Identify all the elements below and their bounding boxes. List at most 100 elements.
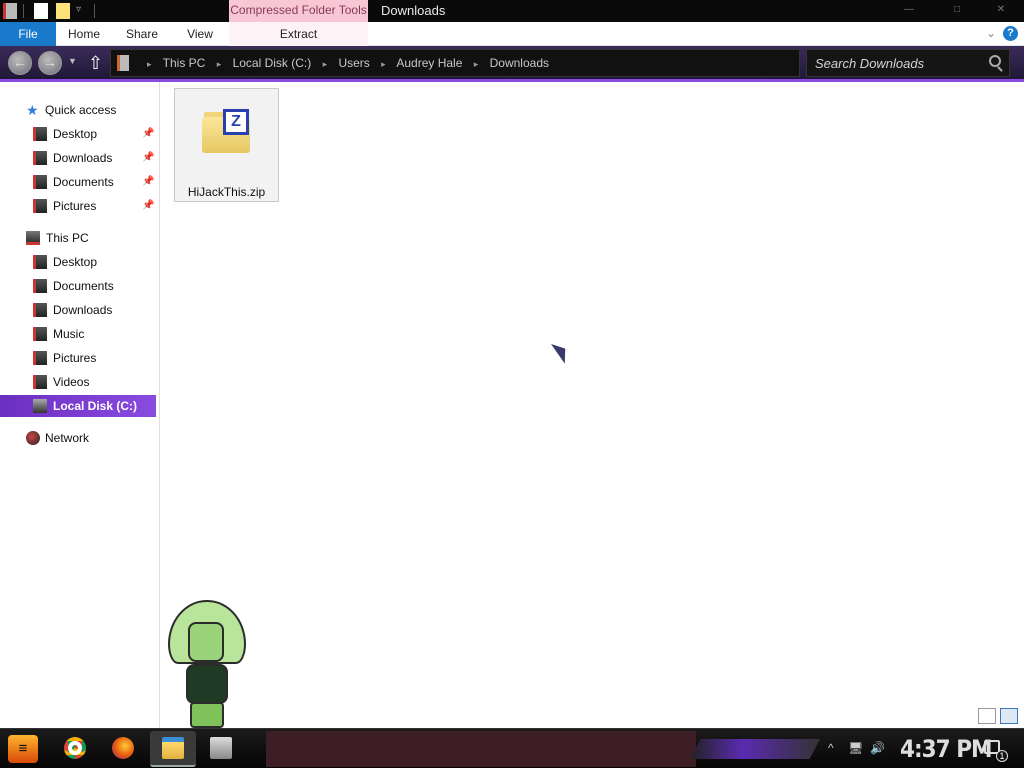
show-hidden-icons-icon[interactable]: ^	[828, 741, 834, 755]
nav-label: Pictures	[53, 351, 97, 365]
context-tab-compressed-folder-tools[interactable]: Compressed Folder Tools	[229, 0, 368, 22]
nav-this-pc[interactable]: This PC	[0, 227, 156, 249]
taskbar: ≡ ^ 🖥 🔊 4:37 PM 1	[0, 728, 1024, 768]
file-explorer-window: ▿ Compressed Folder Tools Downloads — □ …	[0, 0, 1024, 768]
nav-label: Quick access	[45, 103, 117, 117]
properties-icon[interactable]	[34, 3, 48, 19]
tab-file[interactable]: File	[0, 22, 56, 46]
nav-quick-desktop[interactable]: Desktop 📌	[0, 123, 156, 145]
nav-quick-access[interactable]: ★ Quick access	[0, 99, 156, 121]
tab-extract[interactable]: Extract	[229, 22, 368, 46]
up-arrow-icon[interactable]: ⇧	[88, 53, 103, 74]
back-button[interactable]: ←	[8, 51, 32, 75]
minimize-button[interactable]: —	[886, 0, 932, 22]
nav-pc-local-disk[interactable]: Local Disk (C:)	[0, 395, 156, 417]
desktop-folder-icon	[33, 255, 47, 269]
nav-label: Local Disk (C:)	[53, 399, 138, 413]
search-input[interactable]	[807, 50, 987, 76]
taskbar-accent-bar	[690, 739, 820, 759]
forward-button[interactable]: →	[38, 51, 62, 75]
nav-quick-pictures[interactable]: Pictures 📌	[0, 195, 156, 217]
documents-folder-icon	[33, 279, 47, 293]
new-folder-icon[interactable]	[56, 3, 70, 19]
taskbar-chrome[interactable]	[52, 731, 98, 767]
close-button[interactable]: ✕	[978, 0, 1024, 22]
nav-label: Documents	[53, 279, 114, 293]
breadcrumb-separator-icon[interactable]: ▸	[217, 59, 222, 69]
expand-ribbon-icon[interactable]: ⌄	[986, 26, 996, 40]
search-icon[interactable]	[989, 55, 1001, 67]
nav-label: Videos	[53, 375, 90, 389]
details-view-button[interactable]	[978, 708, 996, 724]
help-icon[interactable]: ?	[1003, 26, 1018, 41]
nav-network[interactable]: Network	[0, 427, 156, 449]
nav-pc-music[interactable]: Music	[0, 323, 156, 345]
nav-quick-documents[interactable]: Documents 📌	[0, 171, 156, 193]
nav-pc-documents[interactable]: Documents	[0, 275, 156, 297]
sticker-legs	[190, 702, 224, 728]
nav-pc-desktop[interactable]: Desktop	[0, 251, 156, 273]
breadcrumb-downloads[interactable]: Downloads	[490, 56, 549, 70]
taskbar-decoration	[266, 731, 696, 767]
pictures-folder-icon	[33, 351, 47, 365]
tab-home[interactable]: Home	[60, 22, 108, 46]
folder-location-icon	[117, 55, 129, 71]
pin-icon[interactable]: 📌	[142, 171, 154, 193]
breadcrumb-separator-icon[interactable]: ▸	[147, 59, 152, 69]
nav-pc-downloads[interactable]: Downloads	[0, 299, 156, 321]
chrome-icon	[64, 737, 86, 759]
start-button[interactable]: ≡	[8, 735, 38, 763]
breadcrumb-separator-icon[interactable]: ▸	[323, 59, 328, 69]
ribbon-tabs: File Home Share View Extract ⌄ ?	[0, 22, 1024, 46]
nav-pc-pictures[interactable]: Pictures	[0, 347, 156, 369]
breadcrumb-audrey-hale[interactable]: Audrey Hale	[396, 56, 462, 70]
nav-label: Music	[53, 327, 85, 341]
window-title: Downloads	[381, 3, 446, 18]
explorer-app-icon[interactable]	[3, 3, 17, 19]
taskbar-file-explorer[interactable]	[150, 731, 196, 767]
pin-icon[interactable]: 📌	[142, 195, 154, 217]
title-bar: ▿ Compressed Folder Tools Downloads — □ …	[0, 0, 1024, 22]
breadcrumb-separator-icon[interactable]: ▸	[474, 59, 479, 69]
customize-qat-icon[interactable]: ▿	[76, 4, 81, 15]
file-list-pane[interactable]: Z HiJackThis.zip	[161, 82, 1024, 728]
taskbar-photos[interactable]	[198, 731, 244, 767]
character-sticker	[166, 600, 248, 728]
pin-icon[interactable]: 📌	[142, 123, 154, 145]
pictures-folder-icon	[33, 199, 47, 213]
desktop-folder-icon	[33, 127, 47, 141]
nav-label: Downloads	[53, 151, 113, 165]
back-arrow-icon: ←	[13, 54, 27, 70]
network-tray-icon[interactable]: 🖥	[848, 741, 863, 755]
breadcrumb-users[interactable]: Users	[338, 56, 369, 70]
tab-share[interactable]: Share	[116, 22, 168, 46]
drive-icon	[33, 399, 47, 413]
nav-label: Desktop	[53, 255, 98, 269]
clock[interactable]: 4:37 PM	[900, 733, 993, 765]
photos-icon	[210, 737, 232, 759]
pin-icon[interactable]: 📌	[142, 147, 154, 169]
zip-folder-icon: Z	[202, 109, 250, 153]
music-folder-icon	[33, 327, 47, 341]
nav-label: Documents	[53, 175, 114, 189]
search-box[interactable]	[806, 49, 1010, 77]
downloads-folder-icon	[33, 303, 47, 317]
address-bar[interactable]: ▸ This PC ▸ Local Disk (C:) ▸ Users ▸ Au…	[110, 49, 800, 77]
volume-icon[interactable]: 🔊	[870, 741, 885, 755]
videos-folder-icon	[33, 375, 47, 389]
breadcrumb-separator-icon[interactable]: ▸	[381, 59, 386, 69]
taskbar-firefox[interactable]	[100, 731, 146, 767]
breadcrumb-local-disk[interactable]: Local Disk (C:)	[233, 56, 312, 70]
tab-view[interactable]: View	[176, 22, 224, 46]
navigation-pane: ★ Quick access Desktop 📌 Downloads 📌 Doc…	[0, 82, 160, 728]
file-item[interactable]: Z HiJackThis.zip	[174, 88, 279, 202]
recent-locations-icon[interactable]: ▼	[68, 56, 77, 66]
separator	[23, 4, 24, 18]
large-icons-view-button[interactable]	[1000, 708, 1018, 724]
maximize-button[interactable]: □	[934, 0, 980, 22]
breadcrumb-this-pc[interactable]: This PC	[163, 56, 206, 70]
sticker-body	[186, 664, 228, 704]
separator	[94, 4, 95, 18]
nav-quick-downloads[interactable]: Downloads 📌	[0, 147, 156, 169]
nav-pc-videos[interactable]: Videos	[0, 371, 156, 393]
